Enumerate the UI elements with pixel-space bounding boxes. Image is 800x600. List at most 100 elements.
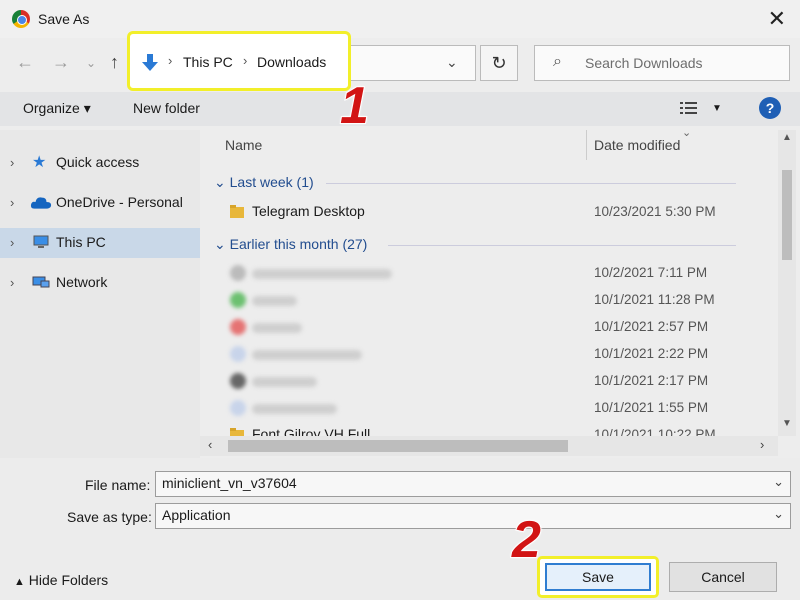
scroll-down-icon[interactable]: ▼	[782, 418, 792, 429]
recent-locations-icon[interactable]: ⌄	[86, 56, 96, 70]
vertical-scrollbar[interactable]: ▲ ▼	[778, 130, 796, 436]
computer-icon	[33, 235, 49, 248]
group-divider	[388, 245, 736, 246]
refresh-icon: ↻	[491, 52, 507, 73]
sidebar-label: This PC	[56, 234, 106, 250]
blurred-file-name	[252, 296, 297, 306]
cloud-icon	[30, 197, 52, 209]
horizontal-scrollbar[interactable]: ‹ ›	[200, 436, 778, 456]
back-arrow-icon[interactable]: ←	[16, 52, 34, 73]
file-date: 10/1/2021 11:28 PM	[594, 292, 715, 307]
view-options-icon[interactable]	[680, 101, 698, 115]
scroll-right-icon[interactable]: ›	[760, 437, 764, 452]
column-header-name[interactable]: Name	[225, 137, 262, 153]
file-row[interactable]: 10/1/2021 2:17 PM	[222, 369, 778, 395]
address-dropdown-icon[interactable]: ⌄	[446, 54, 458, 71]
expand-chevron-icon[interactable]: ›	[10, 275, 14, 290]
breadcrumb-highlight: › This PC › Downloads	[127, 31, 351, 91]
file-icon	[230, 319, 246, 335]
save-button-highlight: Save	[537, 556, 659, 598]
scroll-thumb[interactable]	[228, 440, 568, 452]
breadcrumb-this-pc[interactable]: This PC	[183, 54, 233, 70]
view-dropdown-icon[interactable]: ▼	[712, 103, 722, 114]
file-date: 10/1/2021 2:17 PM	[594, 373, 709, 388]
file-row[interactable]: 10/1/2021 1:55 PM	[222, 396, 778, 422]
folder-icon	[230, 205, 244, 218]
file-row[interactable]: Telegram Desktop 10/23/2021 5:30 PM	[222, 200, 778, 226]
search-input[interactable]: ⌕ Search Downloads	[534, 45, 790, 81]
save-options-panel: File name: miniclient_vn_v37604 ⌄ Save a…	[0, 458, 800, 600]
help-icon[interactable]: ?	[759, 97, 781, 119]
file-row[interactable]: 10/1/2021 11:28 PM	[222, 288, 778, 314]
group-header-earlier-this-month[interactable]: ⌄ Earlier this month (27)	[214, 236, 367, 253]
new-folder-button[interactable]: New folder	[133, 100, 200, 116]
refresh-button[interactable]: ↻	[480, 45, 518, 81]
save-type-select[interactable]: Application ⌄	[155, 503, 791, 529]
sidebar-label: Quick access	[56, 154, 140, 170]
group-header-last-week[interactable]: ⌄ Last week (1)	[214, 174, 314, 191]
window-title: Save As	[38, 11, 90, 27]
hide-folders-button[interactable]: ▲ Hide Folders	[14, 572, 108, 588]
expand-chevron-icon[interactable]: ›	[10, 155, 14, 170]
column-header-date-modified[interactable]: Date modified	[594, 137, 680, 153]
file-name-label: File name:	[85, 477, 151, 493]
cancel-button[interactable]: Cancel	[669, 562, 777, 592]
chevron-down-icon[interactable]: ⌄	[773, 474, 784, 490]
star-icon: ★	[32, 154, 47, 171]
scroll-thumb[interactable]	[782, 170, 792, 260]
forward-arrow-icon[interactable]: →	[52, 52, 70, 73]
search-placeholder: Search Downloads	[585, 55, 703, 71]
file-icon	[230, 400, 246, 416]
up-arrow-icon[interactable]: ↑	[110, 52, 119, 73]
sidebar-label: Network	[56, 274, 108, 290]
file-name: Telegram Desktop	[252, 203, 365, 219]
save-button[interactable]: Save	[545, 563, 651, 591]
file-date: 10/1/2021 2:57 PM	[594, 319, 709, 334]
breadcrumb-downloads[interactable]: Downloads	[257, 54, 326, 70]
file-icon	[230, 373, 246, 389]
sidebar-item-network[interactable]: › Network	[0, 268, 200, 298]
title-bar: Save As ✕	[0, 0, 800, 38]
file-row[interactable]: 10/1/2021 2:57 PM	[222, 315, 778, 341]
file-date: 10/1/2021 1:55 PM	[594, 400, 709, 415]
file-row[interactable]: 10/1/2021 2:22 PM	[222, 342, 778, 368]
save-type-value: Application	[162, 507, 231, 523]
search-icon: ⌕	[553, 53, 562, 70]
file-name: Font Gilroy VH Full	[252, 426, 371, 436]
step-number-2: 2	[511, 510, 542, 570]
network-icon	[32, 276, 50, 288]
save-type-label: Save as type:	[67, 509, 152, 525]
hide-folders-label: Hide Folders	[28, 572, 109, 588]
column-divider[interactable]	[586, 130, 587, 160]
sidebar-item-onedrive[interactable]: › OneDrive - Personal	[0, 188, 200, 218]
file-icon	[230, 265, 246, 281]
sidebar-item-this-pc[interactable]: › This PC	[0, 228, 200, 258]
chevron-up-icon: ▲	[14, 576, 25, 588]
file-date: 10/1/2021 2:22 PM	[594, 346, 709, 361]
file-date: 10/2/2021 7:11 PM	[594, 265, 708, 280]
navigation-pane: › ★ Quick access › OneDrive - Personal ›…	[0, 130, 200, 460]
chrome-icon	[12, 10, 30, 28]
organize-label: Organize	[23, 100, 80, 116]
organize-button[interactable]: Organize ▾	[23, 100, 91, 117]
scroll-up-icon[interactable]: ▲	[782, 132, 792, 143]
expand-chevron-icon[interactable]: ›	[10, 235, 14, 250]
file-row[interactable]: Font Gilroy VH Full 10/1/2021 10:22 PM	[222, 423, 778, 436]
file-icon	[230, 346, 246, 362]
file-name-input[interactable]: miniclient_vn_v37604 ⌄	[155, 471, 791, 497]
downloads-arrow-icon	[142, 54, 158, 71]
blurred-file-name	[252, 350, 362, 360]
file-name-value: miniclient_vn_v37604	[162, 475, 297, 491]
command-toolbar: Organize ▾ New folder ▼ ?	[0, 92, 800, 126]
file-row[interactable]: 10/2/2021 7:11 PM	[222, 261, 778, 287]
folder-icon	[230, 428, 244, 436]
expand-chevron-icon[interactable]: ›	[10, 195, 14, 210]
chevron-down-icon[interactable]: ⌄	[773, 506, 784, 522]
file-list: Name ⌄ Date modified ⌄ Last week (1) Tel…	[206, 130, 778, 436]
scroll-left-icon[interactable]: ‹	[208, 437, 212, 452]
blurred-file-name	[252, 269, 392, 279]
group-label: Earlier this month (27)	[229, 236, 368, 252]
sidebar-item-quick-access[interactable]: › ★ Quick access	[0, 148, 200, 178]
step-number-1: 1	[339, 76, 370, 136]
close-icon[interactable]: ✕	[768, 6, 786, 32]
